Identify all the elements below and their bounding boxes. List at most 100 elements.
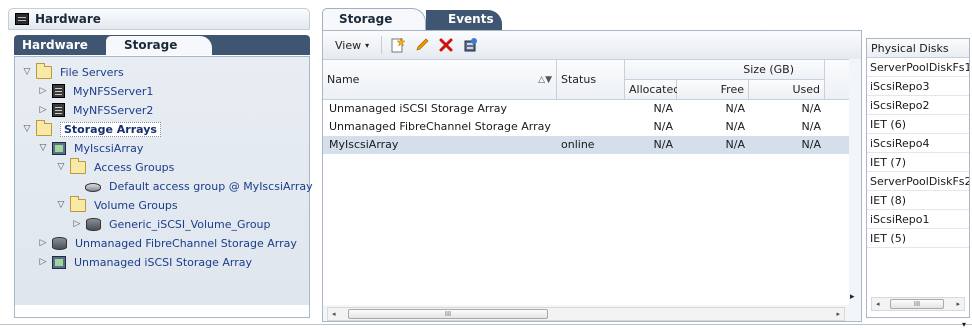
cell-used: N/A <box>801 102 821 115</box>
column-header-label: Allocated <box>629 83 681 96</box>
chevron-down-icon[interactable]: ▾ <box>962 320 966 329</box>
tree-item-default-access-group[interactable]: Default access group @ MyIscsiArray <box>85 177 313 195</box>
scroll-right-icon[interactable]: ▸ <box>956 298 960 310</box>
list-item[interactable]: IET (7) <box>867 153 969 172</box>
folder-icon <box>70 157 86 174</box>
column-header-status[interactable]: Status <box>557 60 625 100</box>
hardware-panel-header: Hardware <box>8 8 310 30</box>
physical-disks-scrollbar[interactable]: ◂ III ▸ <box>871 297 965 311</box>
server-icon <box>52 103 65 117</box>
tree-item-unmanaged-iscsi[interactable]: ▷ Unmanaged iSCSI Storage Array <box>37 253 252 271</box>
expand-icon[interactable]: ▷ <box>37 105 49 115</box>
list-item[interactable]: IET (6) <box>867 115 969 134</box>
column-group-label: Size (GB) <box>743 63 794 76</box>
column-header-used[interactable]: Used <box>749 80 825 100</box>
scroll-thumb[interactable]: III <box>348 309 548 319</box>
expand-icon[interactable]: ▷ <box>37 257 49 267</box>
scroll-thumb[interactable]: III <box>890 299 944 309</box>
status-divider <box>0 324 972 325</box>
delete-x-icon <box>439 38 453 52</box>
list-item[interactable]: IET (5) <box>867 229 969 248</box>
hardware-tabbar: Hardware Storage <box>14 35 310 55</box>
table-row[interactable]: Unmanaged iSCSI Storage Array N/A N/A N/… <box>323 100 849 118</box>
tab-hardware[interactable]: Hardware <box>22 35 88 55</box>
tree-item-label: Generic_iSCSI_Volume_Group <box>109 217 271 231</box>
column-header-allocated[interactable]: Allocated <box>625 80 681 100</box>
tree-item-unmanaged-fibrechannel[interactable]: ▷ Unmanaged FibreChannel Storage Array <box>37 234 297 252</box>
folder-icon <box>36 119 52 136</box>
list-item[interactable]: iScsiRepo2 <box>867 96 969 115</box>
tree-item-access-groups[interactable]: ▽ Access Groups <box>55 157 175 176</box>
tree-item-myiscsiarray[interactable]: ▽ MyIscsiArray <box>37 139 143 157</box>
column-header-spacer <box>825 60 849 100</box>
storage-arrays-table: Name △▼ Status Size (GB) Allocated Free … <box>323 59 849 321</box>
new-document-icon <box>391 37 406 53</box>
toolbar-separator <box>381 36 383 54</box>
collapse-icon[interactable]: ▽ <box>55 200 67 210</box>
refresh-storage-button[interactable] <box>460 35 480 55</box>
list-item[interactable]: ServerPoolDiskFs2 <box>867 172 969 191</box>
collapse-icon[interactable]: ▽ <box>21 124 33 134</box>
scroll-left-icon[interactable]: ◂ <box>332 308 336 320</box>
cell-status <box>557 118 625 136</box>
physical-disks-panel: Physical Disks ServerPoolDiskFs1 iScsiRe… <box>866 38 970 318</box>
cell-name: MyIscsiArray <box>329 138 399 151</box>
sort-icon[interactable]: △▼ <box>538 75 552 85</box>
tree-item-storage-arrays[interactable]: ▽ Storage Arrays <box>21 119 161 138</box>
tree-item-label: Storage Arrays <box>60 121 161 137</box>
collapse-icon[interactable]: ▽ <box>55 162 67 172</box>
tree-item-mynfsserver2[interactable]: ▷ MyNFSServer2 <box>37 101 153 119</box>
tree-item-mynfsserver1[interactable]: ▷ MyNFSServer1 <box>37 82 153 100</box>
tree-item-label: Unmanaged FibreChannel Storage Array <box>75 236 297 250</box>
splitter-collapse-icon[interactable]: ▸ <box>850 292 855 302</box>
tree-item-volume-groups[interactable]: ▽ Volume Groups <box>55 195 178 214</box>
list-item[interactable]: IET (8) <box>867 191 969 210</box>
storage-arrays-panel: View ▾ Name △▼ Status Size (GB) Allocate… <box>322 30 862 322</box>
tree-item-label: File Servers <box>60 65 124 79</box>
expand-icon[interactable]: ▷ <box>37 238 49 248</box>
expand-icon[interactable]: ▷ <box>37 86 49 96</box>
tab-storage-arrays[interactable]: Storage Arrays <box>322 8 426 46</box>
list-item[interactable]: iScsiRepo1 <box>867 210 969 229</box>
table-row-selected[interactable]: MyIscsiArray online N/A N/A N/A <box>323 136 849 154</box>
list-item[interactable]: iScsiRepo3 <box>867 77 969 96</box>
table-row[interactable]: Unmanaged FibreChannel Storage Array N/A… <box>323 118 849 136</box>
storage-array-icon <box>52 141 66 155</box>
column-header-free[interactable]: Free <box>677 80 749 100</box>
tree-item-label: MyNFSServer2 <box>73 103 154 117</box>
folder-icon <box>36 62 52 79</box>
scroll-left-icon[interactable]: ◂ <box>876 298 880 310</box>
cell-status: online <box>561 138 595 151</box>
edit-button[interactable] <box>412 35 432 55</box>
expand-icon[interactable]: ▷ <box>71 219 83 229</box>
column-header-label: Free <box>720 83 744 96</box>
view-menu-button[interactable]: View ▾ <box>329 37 375 54</box>
column-header-name[interactable]: Name △▼ <box>323 60 557 100</box>
chevron-down-icon: ▾ <box>365 40 370 50</box>
tree-item-file-servers[interactable]: ▽ File Servers <box>21 62 124 81</box>
tab-storage[interactable]: Storage <box>106 36 212 55</box>
list-item[interactable]: iScsiRepo4 <box>867 134 969 153</box>
tree-item-generic-iscsi-volume-group[interactable]: ▷ Generic_iSCSI_Volume_Group <box>71 215 271 233</box>
disk-icon <box>86 217 101 231</box>
cell-allocated: N/A <box>653 102 673 115</box>
tab-events[interactable]: Events <box>426 10 502 30</box>
cell-free: N/A <box>725 138 745 151</box>
tree-item-label: Access Groups <box>94 160 175 174</box>
register-storage-button[interactable] <box>388 35 408 55</box>
lun-icon <box>85 182 101 192</box>
column-header-label: Used <box>792 83 820 96</box>
content-tabbar: Storage Arrays Events <box>322 8 502 46</box>
cell-used: N/A <box>801 138 821 151</box>
view-menu-label: View <box>335 38 362 52</box>
collapse-icon[interactable]: ▽ <box>21 67 33 77</box>
list-item[interactable]: ServerPoolDiskFs1 <box>867 58 969 77</box>
collapse-icon[interactable]: ▽ <box>37 143 49 153</box>
delete-button[interactable] <box>436 35 456 55</box>
table-horizontal-scrollbar[interactable]: ◂ III ▸ <box>327 307 845 321</box>
physical-disks-header: Physical Disks <box>867 39 969 58</box>
scroll-right-icon[interactable]: ▸ <box>836 308 840 320</box>
tree-item-label: Default access group @ MyIscsiArray <box>109 179 313 193</box>
column-header-label: Status <box>561 73 597 86</box>
hardware-panel: Hardware Hardware Storage ▽ File Servers… <box>0 0 316 330</box>
